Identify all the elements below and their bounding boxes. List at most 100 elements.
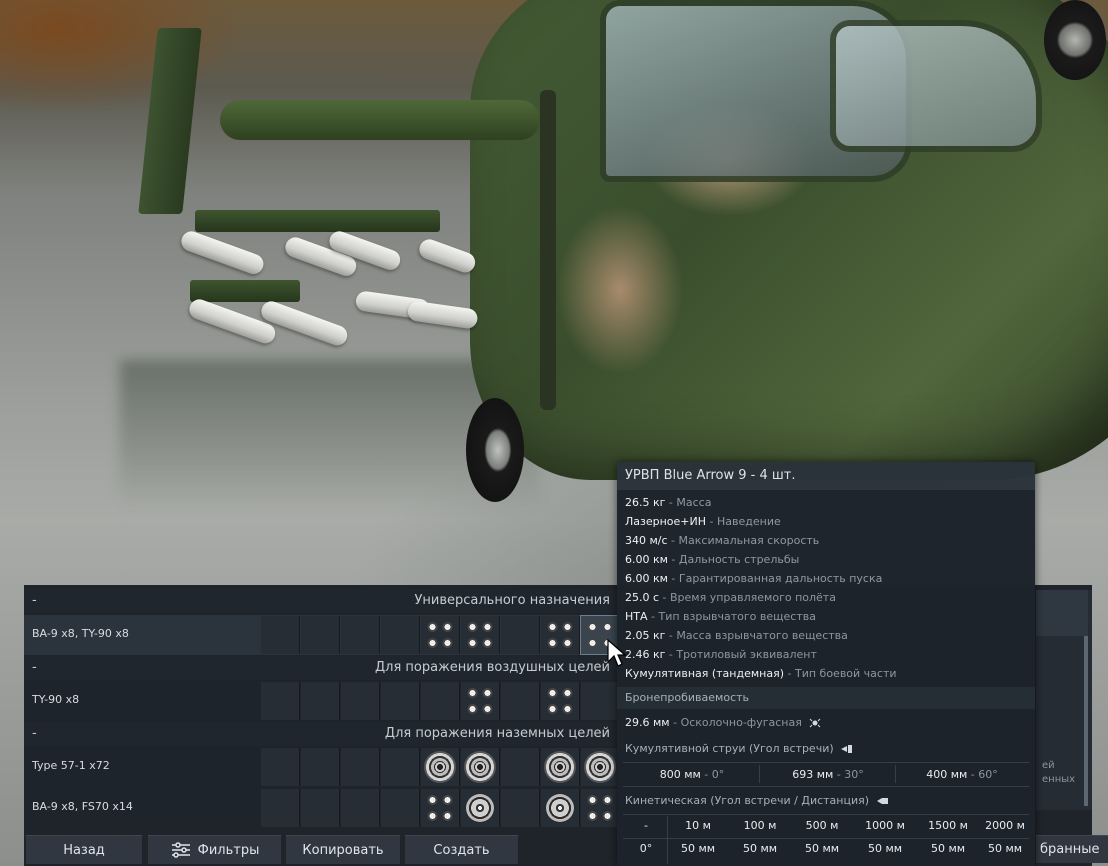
pylon-slot[interactable] [301,748,340,786]
pylon-slot[interactable] [421,616,460,654]
favorites-button-label: бранные [1040,842,1100,857]
pylon-slot[interactable] [461,789,500,827]
pylon-slot[interactable] [501,682,540,720]
pylon-slot[interactable] [261,682,300,720]
distance-header: 100 м [743,819,777,832]
stat-value: 6.00 км [625,572,668,585]
pylon-slot[interactable] [461,748,500,786]
loadout-name: TY-90 x8 [32,693,80,706]
missile-rack [190,280,300,302]
pylon-slot[interactable] [301,616,340,654]
stat-value: 2.05 кг [625,629,666,642]
stat-label: Время управляемого полёта [670,591,836,604]
he-blast-icon [809,718,821,728]
pylon-slot[interactable] [461,682,500,720]
pylon-slot[interactable] [421,789,460,827]
stat-row: Кумулятивная (тандемная) - Тип боевой ча… [625,667,897,680]
create-button[interactable]: Создать [405,835,518,864]
pylon-slot[interactable] [541,789,580,827]
kinetic-value: 50 мм [930,842,966,855]
rocket-pod-icon [544,751,576,783]
group-header-ground[interactable]: - Для поражения наземных целей [24,722,620,746]
missile-model [416,236,478,276]
kinetic-value: 50 мм [804,842,840,855]
pylon-slot[interactable] [581,789,620,827]
pylon-slot[interactable] [341,748,380,786]
pylon-slot[interactable] [501,748,540,786]
stat-row: НТА - Тип взрывчатого вещества [625,610,816,623]
pylon-slot[interactable] [381,748,420,786]
divider [623,786,1029,787]
stat-value: 29.6 мм [625,716,670,729]
pylon-slot[interactable] [381,789,420,827]
angle-value: 30° [844,768,864,781]
weapon-tooltip: УРВП Blue Arrow 9 - 4 шт. 26.5 кг - Масс… [617,462,1035,866]
cumulative-cell: 800 мм - 0° [659,768,725,781]
landing-gear-strut [540,90,556,410]
copy-button[interactable]: Копировать [286,835,400,864]
pylon-slot[interactable] [381,616,420,654]
pylon-slot[interactable] [381,682,420,720]
stub-wing-fin [138,28,202,214]
pylon-slot[interactable] [261,789,300,827]
stat-label: Гарантированная дальность пуска [678,572,883,585]
rocket-pod-icon [464,751,496,783]
pylon-slot[interactable] [261,748,300,786]
pylon-slot[interactable] [301,682,340,720]
shaped-charge-icon [841,745,853,753]
pylon-slot[interactable] [461,616,500,654]
vehicle-wheel [1044,0,1106,80]
pylon-slot[interactable] [421,682,460,720]
loadout-row[interactable]: BA-9 x8, FS70 x14 [24,788,620,828]
loadout-row[interactable]: TY-90 x8 [24,681,620,721]
copy-button-label: Копировать [302,842,384,858]
group-header-air[interactable]: - Для поражения воздушных целей [24,656,620,680]
kinetic-value: 50 мм [680,842,716,855]
pylon-slot[interactable] [541,682,580,720]
kinetic-value: 50 мм [867,842,903,855]
stat-row: 6.00 км - Дальность стрельбы [625,553,800,566]
pylon-slot[interactable] [501,789,540,827]
stat-value: 26.5 кг [625,496,666,509]
side-panel-header [1036,590,1088,636]
pylon-slot[interactable] [341,682,380,720]
pylon-slot[interactable] [341,789,380,827]
loadout-row[interactable]: Type 57-1 x72 [24,747,620,787]
filters-button[interactable]: Фильтры [148,835,281,864]
pylon-slot[interactable] [541,748,580,786]
stat-value: Кумулятивная (тандемная) [625,667,785,680]
divider [623,814,1029,815]
cumulative-cell: 693 мм - 30° [792,768,864,781]
pylon-slot[interactable] [501,616,540,654]
pylon-slot[interactable] [581,748,620,786]
pylon-slot[interactable] [341,616,380,654]
kinetic-round-icon [876,798,888,804]
back-button[interactable]: Назад [26,835,142,864]
group-header-universal[interactable]: - Универсального назначения [24,589,620,613]
aam-pack-icon [465,685,495,717]
collapse-dash: - [32,593,37,608]
kinetic-value: 50 мм [987,842,1023,855]
loadout-row[interactable]: BA-9 x8, TY-90 x8 [24,615,621,655]
pylon-slot[interactable] [541,616,580,654]
stat-row: 2.05 кг - Масса взрывчатого вещества [625,629,848,642]
stat-value: 340 м/с [625,534,668,547]
stat-row: 2.46 кг - Тротиловый эквивалент [625,648,817,661]
rocket-launcher-icon [546,794,574,822]
pylon-slot[interactable] [421,748,460,786]
distance-header: 500 м [805,819,839,832]
distance-header: 10 м [685,819,711,832]
angle-value: 0° [711,768,725,781]
scrollbar[interactable] [1084,636,1088,806]
rocket-launcher-icon [466,794,494,822]
landing-gear-wheel [466,398,524,502]
group-title: Универсального назначения [414,593,610,608]
pylon-slot[interactable] [261,616,300,654]
pylon-slot[interactable] [301,789,340,827]
favorites-button[interactable]: бранные [1036,835,1108,863]
stat-label: Дальность стрельбы [678,553,800,566]
atgm-pack-icon [425,792,455,824]
kinetic-header-row: Кинетическая (Угол встречи / Дистанция) [625,794,889,807]
pylon-slot[interactable] [581,682,620,720]
cumulative-header: Кумулятивной струи (Угол встречи) [625,742,834,755]
